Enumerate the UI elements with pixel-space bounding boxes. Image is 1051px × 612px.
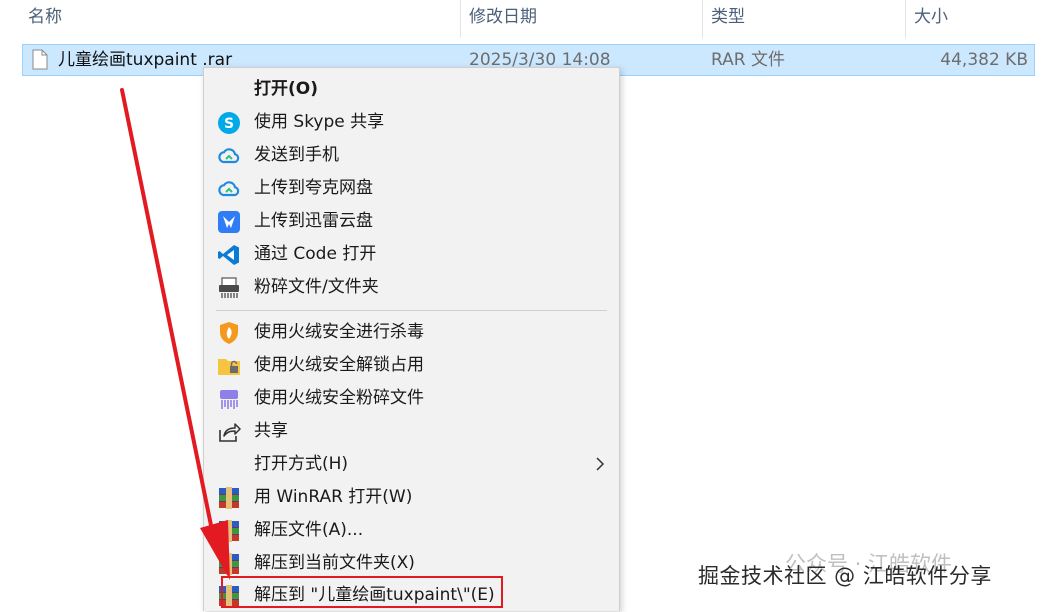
shred-purple-icon <box>220 390 238 409</box>
share-icon <box>219 423 241 442</box>
menu-item-label: 粉碎文件/文件夹 <box>254 277 379 297</box>
column-size[interactable]: 大小 <box>906 0 1026 38</box>
menu-item-label: 使用火绒安全进行杀毒 <box>254 322 424 342</box>
menu-item-open-with-code[interactable]: 通过 Code 打开 <box>204 238 619 271</box>
menu-item-label: 发送到手机 <box>254 145 339 165</box>
column-date[interactable]: 修改日期 <box>461 0 701 38</box>
menu-item-send-to-phone[interactable]: 发送到手机 <box>204 139 619 172</box>
skype-icon: S <box>218 112 240 134</box>
menu-item-huorong-unlock[interactable]: 使用火绒安全解锁占用 <box>204 349 619 382</box>
menu-item-shred[interactable]: 粉碎文件/文件夹 <box>204 271 619 304</box>
menu-item-label: 上传到迅雷云盘 <box>254 211 373 231</box>
column-type-label: 类型 <box>711 7 745 27</box>
svg-text:S: S <box>224 116 234 132</box>
menu-item-label: 打开(O) <box>254 79 318 99</box>
menu-item-winrar-open[interactable]: 用 WinRAR 打开(W) <box>204 481 619 514</box>
column-type[interactable]: 类型 <box>703 0 903 38</box>
huorong-shield-icon <box>220 322 238 344</box>
menu-item-label: 共享 <box>254 421 288 441</box>
menu-item-huorong-shred[interactable]: 使用火绒安全粉碎文件 <box>204 382 619 415</box>
file-type: RAR 文件 <box>711 50 785 70</box>
menu-item-open[interactable]: 打开(O) <box>204 73 619 106</box>
menu-item-quark-upload[interactable]: 上传到夸克网盘 <box>204 172 619 205</box>
context-menu: 打开(O) S 使用 Skype 共享 发送到手机 上传到夸克网盘 上传到迅雷云… <box>203 67 620 611</box>
menu-item-label: 上传到夸克网盘 <box>254 178 373 198</box>
menu-item-label: 用 WinRAR 打开(W) <box>254 487 413 507</box>
folder-unlock-icon <box>218 359 240 375</box>
menu-item-open-with[interactable]: 打开方式(H) <box>204 448 619 481</box>
menu-item-label: 解压文件(A)... <box>254 520 364 540</box>
column-header: 名称 ⌃ 修改日期 类型 大小 <box>0 0 1051 38</box>
menu-item-label: 使用火绒安全解锁占用 <box>254 355 424 375</box>
menu-item-label: 通过 Code 打开 <box>254 244 377 264</box>
column-size-label: 大小 <box>914 7 948 27</box>
file-size: 44,382 KB <box>940 50 1028 70</box>
vscode-icon <box>218 245 239 265</box>
menu-item-thunder-upload[interactable]: 上传到迅雷云盘 <box>204 205 619 238</box>
chevron-right-icon <box>596 457 605 471</box>
menu-item-extract-files[interactable]: 解压文件(A)... <box>204 514 619 547</box>
winrar-icon <box>219 520 239 542</box>
menu-item-label: 使用火绒安全粉碎文件 <box>254 388 424 408</box>
sort-caret-icon: ⌃ <box>232 0 242 7</box>
column-date-label: 修改日期 <box>469 7 537 27</box>
menu-item-label: 打开方式(H) <box>254 454 349 474</box>
highlight-box <box>221 576 503 608</box>
menu-item-huorong-scan[interactable]: 使用火绒安全进行杀毒 <box>204 316 619 349</box>
quark-cloud-icon <box>218 181 240 197</box>
watermark-text: 掘金技术社区 @ 江皓软件分享 <box>698 564 992 588</box>
menu-item-share[interactable]: 共享 <box>204 415 619 448</box>
shredder-icon <box>219 277 239 298</box>
file-icon <box>32 49 48 70</box>
winrar-icon <box>219 487 239 509</box>
menu-item-label: 使用 Skype 共享 <box>254 112 385 132</box>
menu-separator <box>216 310 607 311</box>
menu-item-skype-share[interactable]: S 使用 Skype 共享 <box>204 106 619 139</box>
thunder-icon <box>218 211 240 233</box>
winrar-icon <box>219 553 239 575</box>
column-name-label: 名称 <box>28 7 62 27</box>
cloud-send-icon <box>218 148 240 164</box>
